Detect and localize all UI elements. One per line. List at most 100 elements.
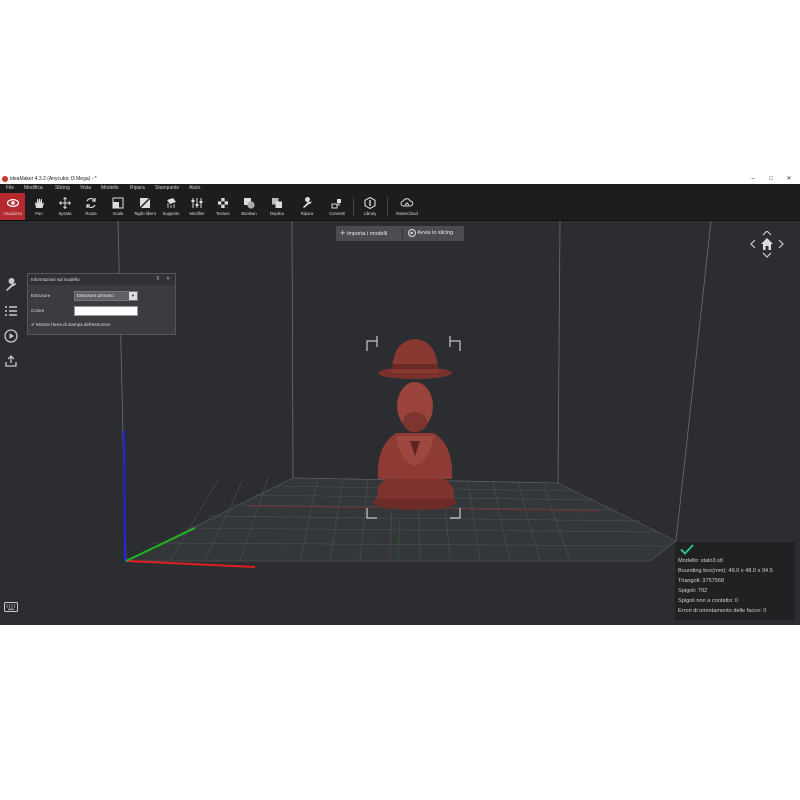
rotate-tool-label: Ruota [85,211,97,216]
app-logo-icon [2,176,8,182]
toolbar-separator [353,197,354,216]
view-navigator [748,230,788,261]
plus-icon: + [340,228,346,238]
window-title: ideaMaker 4.3.2 (Anycubic I3 Mega) - * [10,176,97,182]
extruder-select-value: Estrusore primario [77,293,114,298]
move-icon [59,197,71,209]
checkmark-icon: ✔ [31,322,35,327]
connect-tool-label: Connetti [329,211,345,216]
menu-stampante[interactable]: Stampante [155,184,179,193]
panel-close-icon[interactable]: ✕ [166,274,170,285]
import-models-button[interactable]: + Importa i modelli [340,226,387,241]
boolean-tool-label: Boolean [241,211,257,216]
support-tool-button[interactable]: Supporto [160,193,182,220]
info-triangles: Triangoli: 3757568 [678,578,725,584]
info-model: Modello: stalo3.stl [678,558,723,564]
boolean-icon [244,198,255,209]
upload-icon[interactable] [4,354,18,368]
close-button[interactable]: ✕ [780,174,798,184]
support-icon [167,198,176,208]
menu-bar: File Modifica Slicing Vista Modello Ripa… [0,184,800,193]
library-tool-button[interactable]: Library [358,193,382,220]
duplicate-tool-label: Duplica [270,211,284,216]
keyboard-icon[interactable] [4,602,18,612]
view-tool-label: Visualizza [3,211,22,216]
action-separator [402,228,403,239]
library-icon [364,197,376,209]
show-print-area-label: Mostra l'area di stampa dell'estrusore [36,322,111,327]
info-bounding-box: Bounding box(mm): 49.0 x 48.0 x 94.5 [678,568,773,574]
boolean-tool-button[interactable]: Boolean [238,193,260,220]
model-info-panel: Informazioni sul modello ⊼ ✕ Estrusore E… [27,273,176,335]
nav-up-icon[interactable] [762,230,772,236]
minimize-button[interactable]: – [744,174,762,184]
wrench-icon[interactable] [4,278,18,292]
scale-tool-button[interactable]: Scala [107,193,129,220]
info-orientation-errors: Errori di orientamento delle facce: 0 [678,608,767,614]
connect-tool-button[interactable]: Connetti [325,193,349,220]
color-label: Colore [31,308,45,313]
nav-right-icon[interactable] [778,239,784,249]
top-action-bar: + Importa i modelli ▶ Avvia lo slicing [336,226,464,241]
pin-icon[interactable]: ⊼ [156,274,160,285]
menu-ripara[interactable]: Ripara [130,184,145,193]
scale-icon [112,197,124,209]
list-icon[interactable] [4,304,18,318]
support-tool-label: Supporto [162,211,180,216]
cloud-icon [400,198,414,207]
menu-slicing[interactable]: Slicing [55,184,70,193]
cut-tool-button[interactable]: Taglio libero [132,193,158,220]
panel-title: Informazioni sul modello [31,277,80,282]
extruder-label: Estrusore [31,293,51,298]
start-slicing-label: Avvia lo slicing [417,230,454,236]
pan-tool-label: Pan [35,211,43,216]
duplicate-tool-button[interactable]: Duplica [266,193,288,220]
maximize-button[interactable]: □ [762,174,780,184]
ideamaker-window: ideaMaker 4.3.2 (Anycubic I3 Mega) - * –… [0,174,800,625]
color-swatch[interactable] [74,306,138,316]
model-info-overlay: Modello: stalo3.stl Bounding box(mm): 49… [675,542,795,620]
show-print-area-checkbox[interactable]: ✔ Mostra l'area di stampa dell'estrusore [31,322,111,328]
menu-modifica[interactable]: Modifica [24,184,43,193]
cut-tool-label: Taglio libero [133,211,157,216]
repair-tool-button[interactable]: Ripara [296,193,318,220]
home-icon[interactable] [761,238,773,250]
extruder-select[interactable]: Estrusore primario ▼ [74,291,138,301]
import-models-label: Importa i modelli [346,230,388,237]
menu-modello[interactable]: Modello [101,184,119,193]
nav-down-icon[interactable] [762,252,772,258]
scale-tool-label: Scala [112,211,124,216]
3d-viewport[interactable]: + Importa i modelli ▶ Avvia lo slicing I… [0,221,800,625]
repair-tool-label: Ripara [300,211,314,216]
repair-icon [303,197,312,208]
view-tool-button[interactable]: Visualizza [0,193,25,220]
nav-left-icon[interactable] [750,239,756,249]
panel-header: Informazioni sul modello ⊼ ✕ [28,274,175,285]
rotate-tool-button[interactable]: Ruota [80,193,102,220]
texture-tool-label: Texture [216,211,230,216]
chevron-down-icon: ▼ [129,292,137,300]
hand-icon [35,198,44,208]
menu-file[interactable]: File [6,184,14,193]
move-tool-button[interactable]: Sposta [54,193,76,220]
texture-tool-button[interactable]: Texture [212,193,234,220]
toolbar: Visualizza Pan Sposta Ruota Scala Taglio… [0,193,800,221]
raisecloud-tool-button[interactable]: RaiseCloud [393,193,421,220]
menu-aiuto[interactable]: Aiuto [189,184,200,193]
modifier-tool-button[interactable]: Modifier [186,193,208,220]
modifier-tool-label: Modifier [189,211,205,216]
connect-icon [331,199,341,209]
cut-icon [139,197,151,209]
bust-model[interactable] [373,339,457,510]
toolbar-separator [387,197,388,216]
start-slicing-button[interactable]: ▶ Avvia lo slicing [408,226,453,241]
raisecloud-tool-label: RaiseCloud [396,211,418,216]
info-non-contact-edges: Spigoli non a contatto: 0 [678,598,739,604]
x-axis [125,560,256,568]
pan-tool-button[interactable]: Pan [28,193,50,220]
menu-vista[interactable]: Vista [80,184,91,193]
play-circle-icon[interactable] [4,329,18,343]
duplicate-icon [272,198,282,208]
z-axis [123,430,126,562]
play-icon: ▶ [408,228,416,237]
